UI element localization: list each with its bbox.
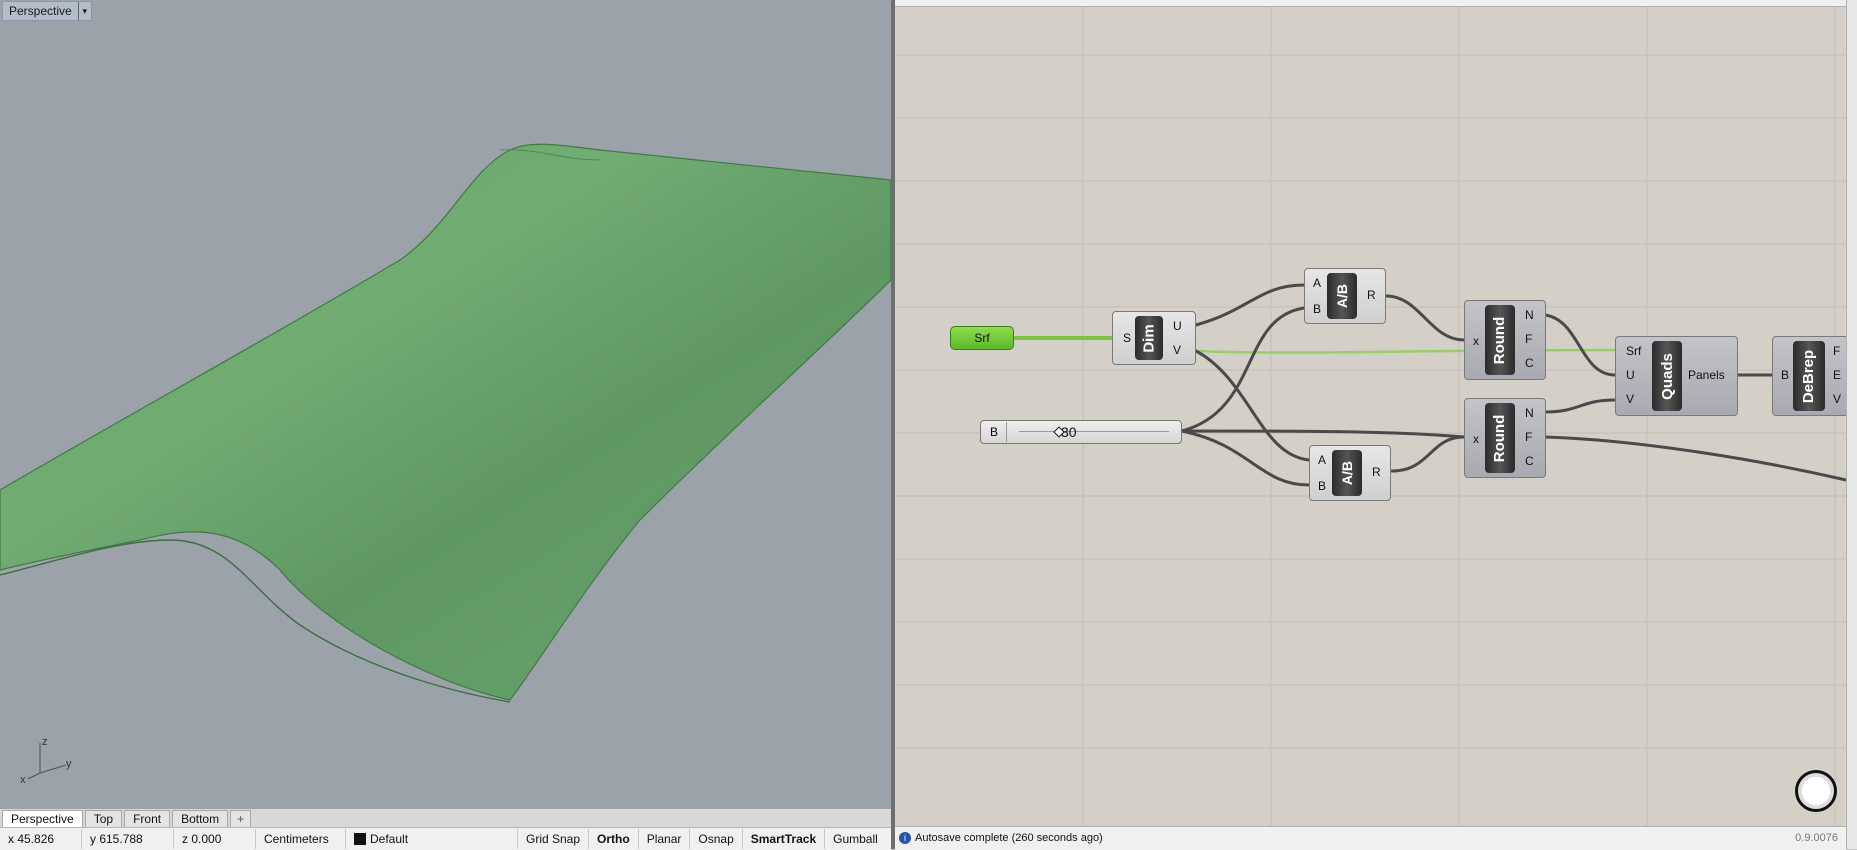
viewport-title-label: Perspective	[9, 4, 72, 18]
canvas-vertical-scrollbar[interactable]	[1846, 0, 1857, 849]
nurbs-surface[interactable]	[0, 0, 891, 808]
div-top-input-b[interactable]: B	[1313, 303, 1321, 315]
add-viewport-tab-icon[interactable]: +	[230, 810, 252, 828]
grasshopper-toolbar-edge	[895, 0, 1846, 7]
coord-x: x 45.826	[0, 829, 82, 849]
toggle-gumball[interactable]: Gumball	[825, 829, 886, 849]
tab-bottom[interactable]: Bottom	[172, 810, 229, 828]
layer-color-swatch	[354, 833, 366, 845]
coord-y: y 615.788	[82, 829, 174, 849]
round-top-output-n[interactable]: N	[1525, 309, 1534, 321]
division-component-bottom[interactable]: A B A/B R	[1309, 445, 1391, 501]
quads-input-v[interactable]: V	[1626, 393, 1634, 405]
round-top-input-x[interactable]: x	[1473, 335, 1479, 347]
world-axes-icon: z y x	[20, 736, 72, 785]
status-bar: x 45.826 y 615.788 z 0.000 Centimeters D…	[0, 827, 891, 850]
dim-input-s[interactable]: S	[1123, 332, 1131, 344]
round-bottom-label: Round	[1491, 414, 1509, 462]
debrep-input-b[interactable]: B	[1781, 369, 1789, 381]
slider-name: B	[982, 422, 1007, 442]
toggle-planar[interactable]: Planar	[639, 829, 691, 849]
autosave-message: Autosave complete (260 seconds ago)	[915, 832, 1103, 844]
quads-input-srf[interactable]: Srf	[1626, 345, 1641, 357]
info-icon: i	[899, 832, 911, 844]
dim-output-u[interactable]: U	[1173, 320, 1182, 332]
tab-perspective[interactable]: Perspective	[2, 810, 83, 828]
round-component-bottom[interactable]: x Round N F C	[1464, 398, 1546, 478]
toggle-osnap[interactable]: Osnap	[690, 829, 743, 849]
toggle-smarttrack[interactable]: SmartTrack	[743, 829, 826, 849]
quads-input-u[interactable]: U	[1626, 369, 1635, 381]
div-top-label: A/B	[1334, 283, 1350, 309]
div-bottom-input-a[interactable]: A	[1318, 454, 1326, 466]
surface-param-component[interactable]: Srf	[950, 326, 1014, 350]
dimensions-component[interactable]: S Dim U V	[1112, 311, 1196, 365]
round-bottom-input-x[interactable]: x	[1473, 433, 1479, 445]
div-bottom-label: A/B	[1339, 460, 1355, 486]
toggle-grid-snap[interactable]: Grid Snap	[518, 829, 590, 849]
div-bottom-input-b[interactable]: B	[1318, 480, 1326, 492]
units-display[interactable]: Centimeters	[256, 829, 346, 849]
debrep-output-v[interactable]: V	[1833, 393, 1841, 405]
div-top-output-r[interactable]: R	[1367, 289, 1376, 301]
viewport-title[interactable]: Perspective ▾	[2, 1, 92, 21]
round-top-label: Round	[1491, 316, 1509, 364]
round-top-output-c[interactable]: C	[1525, 357, 1534, 369]
layer-name: Default	[370, 832, 409, 846]
dim-label: Dim	[1140, 323, 1158, 353]
rhino-viewport[interactable]: Perspective ▾ z y x	[0, 0, 891, 808]
tab-front[interactable]: Front	[124, 810, 171, 828]
round-bottom-output-c[interactable]: C	[1525, 455, 1534, 467]
round-bottom-output-f[interactable]: F	[1525, 431, 1532, 443]
round-component-top[interactable]: x Round N F C	[1464, 300, 1546, 380]
div-top-input-a[interactable]: A	[1313, 277, 1321, 289]
toggle-ortho[interactable]: Ortho	[589, 829, 639, 849]
division-component-top[interactable]: A B A/B R	[1304, 268, 1386, 324]
coord-z: z 0.000	[174, 829, 256, 849]
dim-output-v[interactable]: V	[1173, 344, 1181, 356]
deconstruct-brep-component[interactable]: B DeBrep F E V	[1772, 336, 1846, 416]
version-label: 0.9.0076	[1795, 832, 1838, 844]
debrep-output-e[interactable]: E	[1833, 369, 1841, 381]
layer-display[interactable]: Default	[346, 829, 518, 849]
viewport-menu-dropdown-icon[interactable]: ▾	[77, 2, 91, 20]
round-bottom-output-n[interactable]: N	[1525, 407, 1534, 419]
quads-output-panels[interactable]: Panels	[1688, 369, 1725, 381]
div-bottom-output-r[interactable]: R	[1372, 466, 1381, 478]
quad-panels-component[interactable]: Srf U V Quads Panels	[1615, 336, 1738, 416]
axis-label-y: y	[66, 758, 72, 770]
round-top-output-f[interactable]: F	[1525, 333, 1532, 345]
quads-label: Quads	[1658, 352, 1676, 400]
slider-track[interactable]	[1019, 431, 1169, 432]
tab-top[interactable]: Top	[84, 810, 123, 828]
axis-label-z: z	[42, 736, 48, 748]
axis-label-x: x	[20, 774, 26, 785]
debrep-label: DeBrep	[1800, 349, 1818, 403]
viewport-tabs: Perspective Top Front Bottom +	[0, 808, 891, 828]
grasshopper-status-bar: i Autosave complete (260 seconds ago) 0.…	[895, 826, 1846, 850]
canvas-navigation-wheel-icon[interactable]	[1795, 770, 1837, 812]
number-slider[interactable]: B 30	[980, 420, 1182, 444]
slider-value: 30	[1061, 424, 1077, 440]
debrep-output-f[interactable]: F	[1833, 345, 1840, 357]
